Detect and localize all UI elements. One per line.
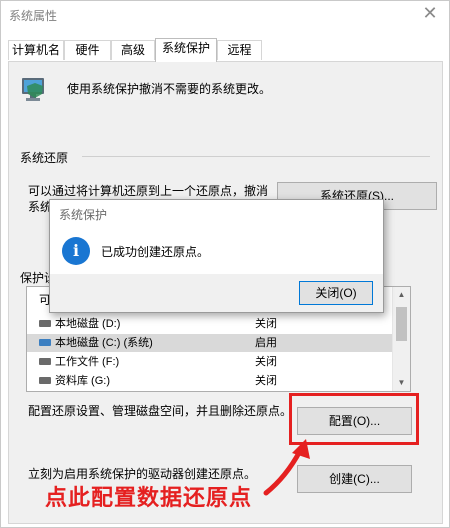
dialog-title: 系统保护 bbox=[59, 208, 108, 222]
tab-advanced[interactable]: 高级 bbox=[111, 40, 155, 60]
intro-text: 使用系统保护撤消不需要的系统更改。 bbox=[67, 82, 272, 96]
dialog-message: 已成功创建还原点。 bbox=[101, 245, 210, 259]
computer-shield-icon bbox=[22, 78, 44, 101]
drive-status: 关闭 bbox=[255, 356, 277, 368]
info-icon: i bbox=[62, 237, 90, 265]
scroll-up-icon[interactable]: ▲ bbox=[393, 287, 410, 303]
scroll-thumb[interactable] bbox=[396, 307, 407, 341]
tab-system-protection[interactable]: 系统保护 bbox=[155, 38, 217, 62]
drive-name: 资料库 (G:) bbox=[55, 375, 110, 387]
list-scrollbar[interactable]: ▲ ▼ bbox=[392, 287, 410, 391]
drive-icon bbox=[39, 377, 51, 384]
system-properties-window: 系统属性 ✕ 计算机名 硬件 高级 系统保护 远程 使用系统保护撤消不需要的系统… bbox=[0, 0, 450, 528]
dialog-footer: 关闭(O) bbox=[50, 274, 383, 312]
drive-name: 工作文件 (F:) bbox=[55, 356, 120, 368]
divider bbox=[82, 156, 430, 157]
drive-status: 启用 bbox=[255, 337, 277, 349]
drive-name: 本地磁盘 (C:) (系统) bbox=[55, 337, 153, 349]
scroll-down-icon[interactable]: ▼ bbox=[393, 375, 410, 391]
system-restore-heading: 系统还原 bbox=[20, 151, 69, 165]
list-item[interactable]: 资料库 (G:) 关闭 bbox=[27, 372, 394, 390]
tab-hardware[interactable]: 硬件 bbox=[64, 40, 111, 60]
annotation-text: 点此配置数据还原点 bbox=[45, 485, 253, 510]
dialog-close-button[interactable]: 关闭(O) bbox=[299, 281, 373, 305]
close-icon[interactable]: ✕ bbox=[419, 2, 441, 24]
list-item[interactable]: 工作文件 (F:) 关闭 bbox=[27, 353, 394, 371]
tab-computer-name[interactable]: 计算机名 bbox=[8, 40, 64, 60]
drive-name: 本地磁盘 (D:) bbox=[55, 318, 121, 330]
drive-status: 关闭 bbox=[255, 375, 277, 387]
list-item[interactable]: 本地磁盘 (C:) (系统) 启用 bbox=[27, 334, 394, 352]
drive-icon bbox=[39, 358, 51, 365]
configure-description: 配置还原设置、管理磁盘空间，并且删除还原点。 bbox=[28, 404, 293, 418]
system-protection-dialog: 系统保护 i 已成功创建还原点。 关闭(O) bbox=[49, 199, 384, 313]
drive-icon bbox=[39, 320, 51, 327]
tab-remote[interactable]: 远程 bbox=[217, 40, 262, 60]
system-restore-description: 可以通过将计算机还原到上一个还原点，撤消 bbox=[28, 184, 269, 198]
system-drive-icon bbox=[39, 339, 51, 346]
annotation-arrow-icon bbox=[263, 439, 310, 496]
drive-status: 关闭 bbox=[255, 318, 277, 330]
window-title: 系统属性 bbox=[9, 9, 58, 23]
list-item[interactable]: 本地磁盘 (D:) 关闭 bbox=[27, 315, 394, 333]
